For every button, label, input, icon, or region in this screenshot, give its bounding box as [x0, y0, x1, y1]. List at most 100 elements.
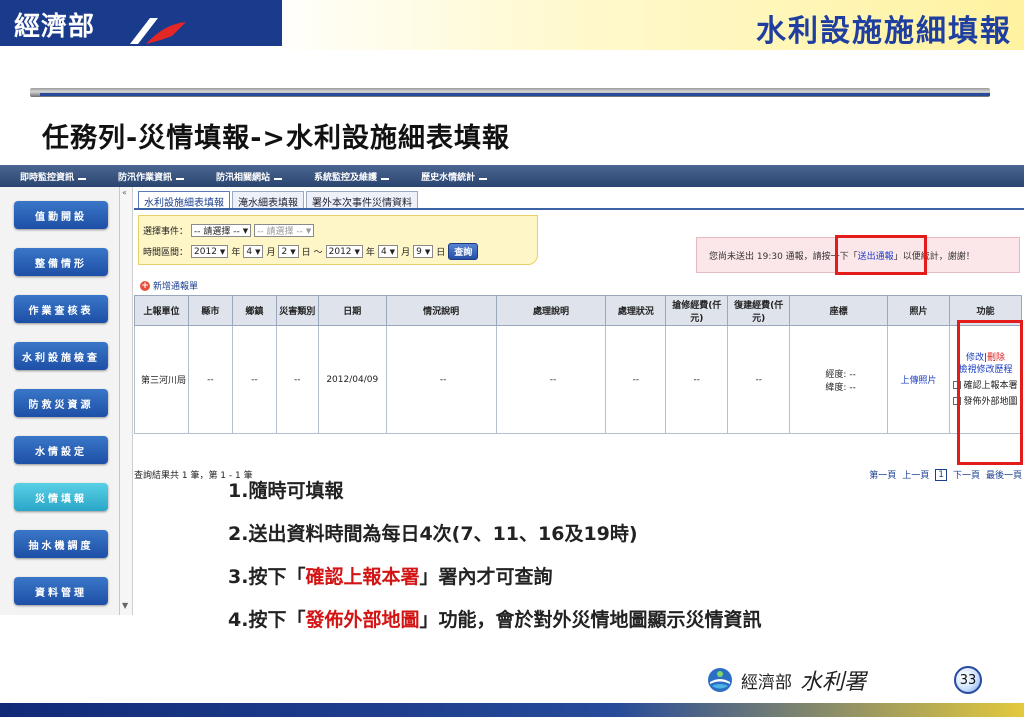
filter-panel: 選擇事件： -- 請選擇 -- ▼ -- 請選擇 -- ▼ 時間區間： 2012 ▼ …	[138, 215, 538, 265]
col-header: 情況說明	[385, 295, 497, 326]
tab-external-disaster-data[interactable]: 署外本次事件災情資料	[306, 191, 418, 209]
col-header: 照片	[887, 295, 950, 326]
tab-underline	[134, 208, 1024, 210]
highlight-submit-report	[835, 235, 927, 275]
highlight-functions	[957, 320, 1023, 465]
cell-type: --	[275, 325, 319, 434]
cell-situation: --	[385, 325, 497, 434]
chevron-down-icon	[479, 178, 488, 180]
scroll-down-icon[interactable]: ▼	[122, 601, 128, 610]
sidebar-item-duty[interactable]: 值勤開設	[14, 201, 108, 229]
col-header: 復建經費(仟元)	[727, 295, 791, 326]
menu-flood-operations[interactable]: 防汛作業資訊	[98, 170, 196, 183]
col-header: 災害類別	[275, 295, 319, 326]
wra-logo: 經濟部 水利署	[707, 664, 866, 696]
add-report-link[interactable]: + 新增通報單	[140, 279, 198, 292]
coord-longitude: 經度: --	[825, 369, 856, 380]
note-2: 2.送出資料時間為每日4次(7、11、16及19時)	[228, 523, 638, 545]
tab-strip: 水利設施細表填報 淹水細表填報 署外本次事件災情資料	[138, 191, 418, 209]
chevron-down-icon	[274, 178, 283, 180]
cell-county: --	[187, 325, 233, 434]
query-button[interactable]: 查詢	[448, 243, 479, 260]
menu-system-maintenance[interactable]: 系統監控及維護	[294, 170, 401, 183]
sidebar-item-hydrology-settings[interactable]: 水情設定	[14, 436, 108, 464]
logo-text: 經濟部	[14, 12, 96, 42]
cell-coordinates: 經度: -- 緯度: --	[789, 325, 889, 434]
sidebar-item-readiness[interactable]: 整備情形	[14, 248, 108, 276]
cell-town: --	[231, 325, 277, 434]
chevron-down-icon	[78, 178, 87, 180]
note-1: 1.隨時可填報	[228, 480, 344, 502]
chevron-down-icon	[176, 178, 185, 180]
col-header: 處理說明	[495, 295, 607, 326]
tab-facility-report[interactable]: 水利設施細表填報	[138, 191, 230, 209]
page-heading: 任務列-災情填報->水利設施細表填報	[42, 123, 511, 154]
sidebar-item-data-management[interactable]: 資料管理	[14, 577, 108, 605]
sidebar-item-pump-dispatch[interactable]: 抽水機調度	[14, 530, 108, 558]
chevron-down-icon: ▼	[305, 226, 312, 235]
moea-logo: 經濟部	[0, 0, 282, 46]
menu-history-stats[interactable]: 歷史水情統計	[401, 170, 499, 183]
col-header: 處理狀況	[605, 295, 667, 326]
cell-status: --	[605, 325, 667, 434]
from-year-select[interactable]: 2012 ▼	[191, 245, 229, 258]
slide-title: 水利設施施細填報	[756, 14, 1012, 49]
col-header: 上報單位	[134, 295, 189, 326]
instruction-notes: 1.隨時可填報 2.送出資料時間為每日4次(7、11、16及19時) 3.按下「…	[228, 470, 761, 642]
sidebar-item-checklist[interactable]: 作業查核表	[14, 295, 108, 323]
page-number-badge: 33	[954, 666, 982, 694]
chevron-down-icon	[381, 178, 390, 180]
cell-rebuild-cost: --	[727, 325, 791, 434]
to-month-select[interactable]: 4 ▼	[377, 245, 399, 258]
logo-swoosh-icon	[130, 18, 186, 44]
first-page-link[interactable]: 第一頁	[869, 468, 896, 481]
water-drop-icon	[708, 668, 732, 692]
sidebar: 值勤開設 整備情形 作業查核表 水利設施檢查 防救災資源 水情設定 災情填報 抽…	[0, 187, 120, 615]
sub-event-select[interactable]: -- 請選擇 -- ▼	[254, 224, 315, 237]
col-header: 鄉鎮	[231, 295, 277, 326]
col-header: 搶修經費(仟元)	[665, 295, 729, 326]
filter-event-row: 選擇事件： -- 請選擇 -- ▼ -- 請選擇 -- ▼	[143, 224, 315, 237]
event-label: 選擇事件：	[143, 227, 189, 237]
range-label: 時間區間：	[143, 248, 189, 258]
note-3: 3.按下「確認上報本署」署內才可查詢	[228, 566, 553, 588]
from-day-select[interactable]: 2 ▼	[278, 245, 299, 258]
pager: 第一頁 上一頁 1 下一頁 最後一頁	[869, 468, 1022, 481]
footer-agency: 水利署	[800, 670, 867, 695]
prev-page-link[interactable]: 上一頁	[902, 468, 929, 481]
to-year-select[interactable]: 2012 ▼	[325, 245, 363, 258]
col-header: 日期	[317, 295, 387, 326]
sidebar-item-disaster-report[interactable]: 災情填報	[14, 483, 108, 511]
cell-photo: 上傳照片	[887, 325, 950, 434]
to-day-select[interactable]: 9 ▼	[413, 245, 434, 258]
cell-date: 2012/04/09	[317, 325, 387, 434]
footer-org: 經濟部	[741, 672, 792, 693]
page-number-box[interactable]: 1	[935, 468, 947, 481]
note-4: 4.按下「發佈外部地圖」功能，會於對外災情地圖顯示災情資訊	[228, 609, 762, 631]
col-header: 座標	[789, 295, 889, 326]
cell-handling: --	[495, 325, 607, 434]
chevron-down-icon: ▼	[242, 226, 249, 235]
filter-date-row: 時間區間： 2012 ▼ 年 4 ▼ 月 2 ▼ 日 ～ 2012 ▼ 年 4 ▼ 月 9…	[143, 243, 479, 260]
cell-repair-cost: --	[665, 325, 729, 434]
bottom-bar	[0, 703, 1024, 717]
table-row: 第三河川局 -- -- -- 2012/04/09 -- -- -- -- --…	[134, 325, 1023, 434]
upload-photo-link[interactable]: 上傳照片	[901, 376, 937, 386]
from-month-select[interactable]: 4 ▼	[243, 245, 264, 258]
event-select[interactable]: -- 請選擇 -- ▼	[191, 224, 252, 237]
table-header-row: 上報單位 縣市 鄉鎮 災害類別 日期 情況說明 處理說明 處理狀況 搶修經費(仟…	[134, 295, 1023, 326]
top-menubar: 即時監控資訊 防汛作業資訊 防汛相關網站 系統監控及維護 歷史水情統計	[0, 165, 1024, 187]
menu-related-sites[interactable]: 防汛相關網站	[196, 170, 294, 183]
plus-icon: +	[140, 280, 150, 291]
menu-realtime-monitoring[interactable]: 即時監控資訊	[0, 170, 98, 183]
collapse-icon[interactable]: «	[122, 188, 127, 197]
report-table: 上報單位 縣市 鄉鎮 災害類別 日期 情況說明 處理說明 處理狀況 搶修經費(仟…	[134, 295, 1023, 434]
sidebar-scrollbar[interactable]: « ▼	[120, 187, 133, 615]
cell-unit: 第三河川局	[134, 325, 189, 434]
sidebar-item-facility-inspection[interactable]: 水利設施檢查	[14, 342, 108, 370]
last-page-link[interactable]: 最後一頁	[986, 468, 1022, 481]
sidebar-item-resources[interactable]: 防救災資源	[14, 389, 108, 417]
tab-flood-report[interactable]: 淹水細表填報	[232, 191, 304, 209]
next-page-link[interactable]: 下一頁	[953, 468, 980, 481]
coord-latitude: 緯度: --	[825, 382, 856, 393]
